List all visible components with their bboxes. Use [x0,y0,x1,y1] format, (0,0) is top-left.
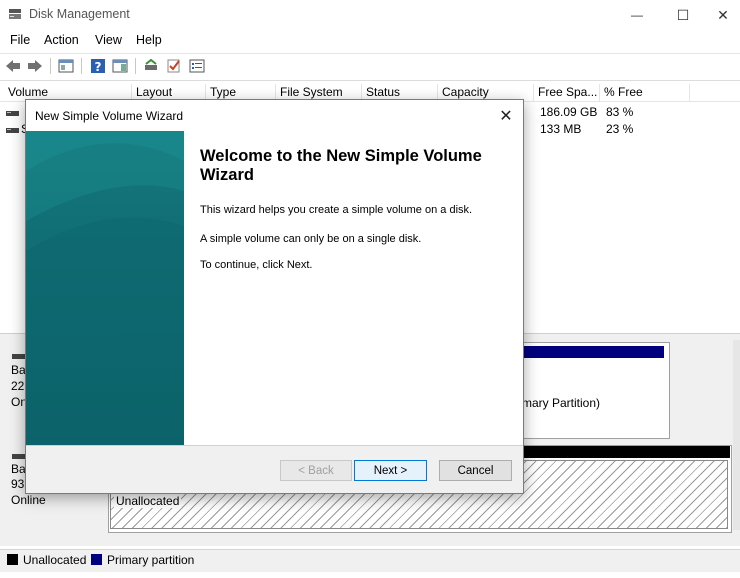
drive-icon [6,124,20,138]
disk-1-name: Ba [11,462,26,476]
disk-icon [12,350,26,364]
wizard-heading: Welcome to the New Simple Volume Wizard [200,147,482,184]
primary-partition-bar [509,346,664,358]
new-simple-volume-wizard: New Simple Volume Wizard ✕ Welcome to th… [25,99,524,494]
legend-unallocated: Unallocated [23,553,87,567]
minimize-button[interactable]: — [614,0,660,30]
toolbar-separator [81,58,82,74]
show-hide-action-pane-icon[interactable] [111,57,129,75]
toolbar-separator [135,58,136,74]
drive-icon [6,107,20,121]
disk-1-size: 93 [11,477,25,491]
forward-arrow-icon[interactable] [26,57,44,75]
disk-0-name: Ba [11,363,26,377]
svg-text:?: ? [95,60,102,74]
toolbar-separator [50,58,51,74]
table-row[interactable] [6,107,20,121]
row-percent-free: 83 % [606,105,634,119]
row-percent-free: 23 % [606,122,634,136]
menu-action[interactable]: Action [44,33,79,47]
minimize-icon: — [631,8,643,22]
disk-0-size: 22 [11,379,25,393]
wizard-separator [26,445,523,446]
back-arrow-icon[interactable] [4,57,22,75]
close-button[interactable]: ✕ [706,0,740,30]
cancel-button[interactable]: Cancel [439,460,512,481]
wizard-description-3: To continue, click Next. [200,259,313,271]
window-title: Disk Management [29,7,130,21]
help-icon[interactable]: ? [89,57,107,75]
maximize-button[interactable]: ☐ [660,0,706,30]
menu-view[interactable]: View [95,33,122,47]
wizard-content: Welcome to the New Simple Volume Wizard … [184,131,523,445]
maximize-icon: ☐ [676,6,690,23]
checklist-icon[interactable] [165,57,183,75]
console-tree-icon[interactable] [57,57,75,75]
row-free-space: 186.09 GB [540,105,598,119]
vertical-scrollbar[interactable] [733,340,740,530]
unallocated-label: Unallocated [114,494,182,508]
connect-disk-icon[interactable] [142,57,160,75]
disk-management-icon [8,8,22,20]
column-free-space[interactable]: Free Spa... [534,84,600,101]
menu-file[interactable]: File [10,33,30,47]
primary-swatch [91,554,102,565]
back-button[interactable]: < Back [280,460,352,481]
wizard-description-1: This wizard helps you create a simple vo… [200,204,473,216]
close-icon: ✕ [717,6,729,23]
disk-1-status: Online [11,493,46,507]
menu-help[interactable]: Help [136,33,162,47]
unallocated-swatch [7,554,18,565]
column-percent-free[interactable]: % Free [600,84,690,101]
legend-primary: Primary partition [107,553,195,567]
properties-icon[interactable] [188,57,206,75]
wizard-close-button[interactable]: ✕ [489,100,523,131]
row-free-space: 133 MB [540,122,582,136]
close-icon: ✕ [499,107,513,125]
wizard-banner [26,131,184,445]
table-row[interactable] [6,124,20,138]
next-button[interactable]: Next > [354,460,427,481]
wizard-description-2: A simple volume can only be on a single … [200,233,422,245]
wizard-title: New Simple Volume Wizard [35,109,184,123]
partition-label: mary Partition) [522,396,601,410]
banner-wave-graphic [26,131,184,445]
